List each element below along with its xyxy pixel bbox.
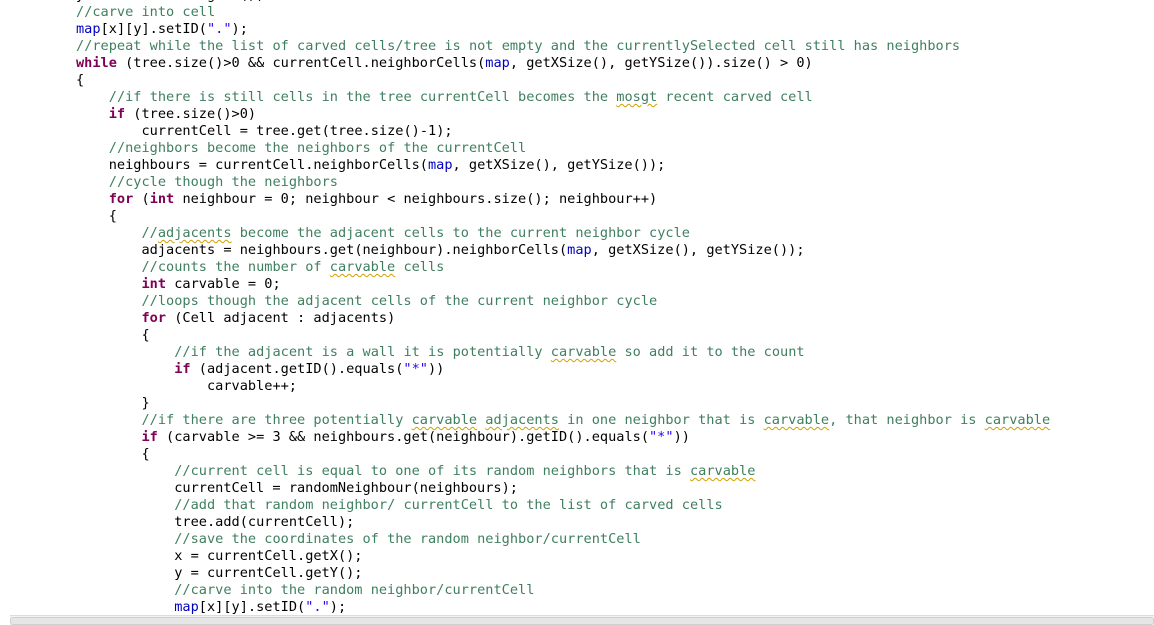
code-comment-line[interactable]: //if there is still cells in the tree cu… xyxy=(76,89,1050,106)
code-line[interactable]: { xyxy=(76,208,1050,225)
code-line[interactable]: currentCell = tree.get(tree.size()-1); xyxy=(76,123,1050,140)
scrollbar-thumb[interactable] xyxy=(10,617,1154,625)
editor-gutter xyxy=(0,0,10,625)
code-area[interactable]: y = currentCell.getY(); //carve into cell… xyxy=(76,0,1050,616)
code-comment-line[interactable]: //carve into cell xyxy=(76,4,1050,21)
code-editor[interactable]: y = currentCell.getY(); //carve into cell… xyxy=(0,0,1154,625)
code-comment-line[interactable]: //neighbors become the neighbors of the … xyxy=(76,140,1050,157)
code-line[interactable]: for (int neighbour = 0; neighbour < neig… xyxy=(76,191,1050,208)
code-comment-line[interactable]: //cycle though the neighbors xyxy=(76,174,1050,191)
code-line[interactable]: { xyxy=(76,72,1050,89)
code-line[interactable]: { xyxy=(76,446,1050,463)
code-comment-line[interactable]: //adjacents become the adjacent cells to… xyxy=(76,225,1050,242)
code-line[interactable]: carvable++; xyxy=(76,378,1050,395)
code-line[interactable]: neighbours = currentCell.neighborCells(m… xyxy=(76,157,1050,174)
code-line[interactable]: } xyxy=(76,395,1050,412)
code-comment-line[interactable]: //if there are three potentially carvabl… xyxy=(76,412,1050,429)
code-line[interactable]: map[x][y].setID("."); xyxy=(76,599,1050,616)
code-comment-line[interactable]: //if the adjacent is a wall it is potent… xyxy=(76,344,1050,361)
code-line[interactable]: { xyxy=(76,327,1050,344)
code-line[interactable]: if (adjacent.getID().equals("*")) xyxy=(76,361,1050,378)
code-line[interactable]: map[x][y].setID("."); xyxy=(76,21,1050,38)
code-comment-line[interactable]: //current cell is equal to one of its ra… xyxy=(76,463,1050,480)
code-line[interactable]: tree.add(currentCell); xyxy=(76,514,1050,531)
code-line[interactable]: while (tree.size()>0 && currentCell.neig… xyxy=(76,55,1050,72)
code-comment-line[interactable]: //repeat while the list of carved cells/… xyxy=(76,38,1050,55)
code-comment-line[interactable]: //add that random neighbor/ currentCell … xyxy=(76,497,1050,514)
code-line[interactable]: for (Cell adjacent : adjacents) xyxy=(76,310,1050,327)
code-line[interactable]: if (tree.size()>0) xyxy=(76,106,1050,123)
code-comment-line[interactable]: //loops though the adjacent cells of the… xyxy=(76,293,1050,310)
horizontal-scrollbar[interactable] xyxy=(10,615,1154,625)
code-comment-line[interactable]: //save the coordinates of the random nei… xyxy=(76,531,1050,548)
code-line[interactable]: y = currentCell.getY(); xyxy=(76,565,1050,582)
code-line[interactable]: x = currentCell.getX(); xyxy=(76,548,1050,565)
code-line[interactable]: int carvable = 0; xyxy=(76,276,1050,293)
code-line[interactable]: currentCell = randomNeighbour(neighbours… xyxy=(76,480,1050,497)
code-comment-line[interactable]: //counts the number of carvable cells xyxy=(76,259,1050,276)
code-comment-line[interactable]: //carve into the random neighbor/current… xyxy=(76,582,1050,599)
code-line[interactable]: if (carvable >= 3 && neighbours.get(neig… xyxy=(76,429,1050,446)
code-line[interactable]: adjacents = neighbours.get(neighbour).ne… xyxy=(76,242,1050,259)
